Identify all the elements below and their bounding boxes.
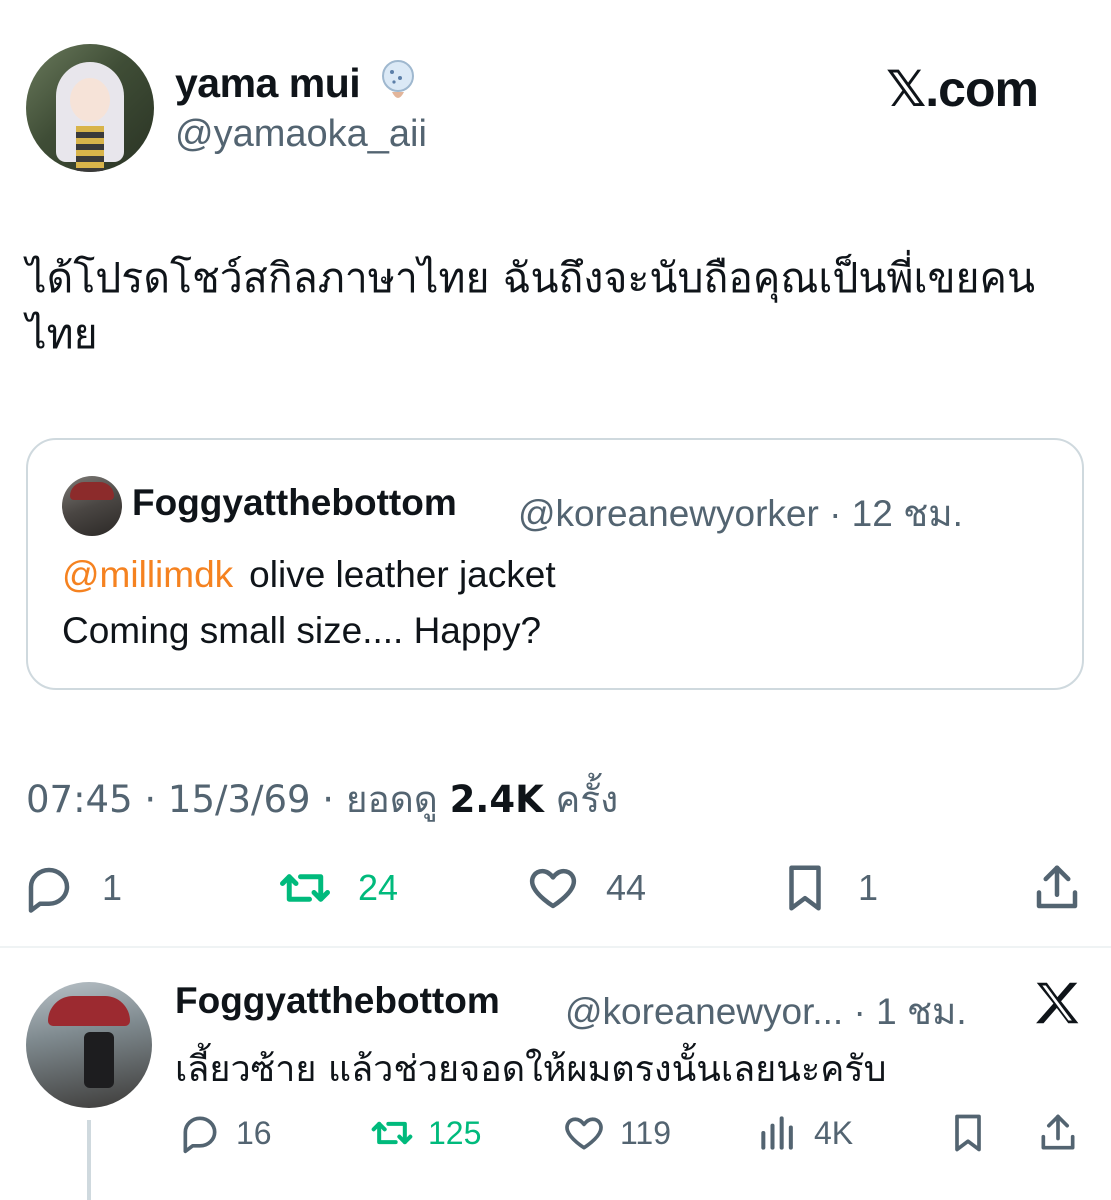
avatar-face [70, 78, 110, 122]
reply-like-count: 119 [620, 1114, 672, 1151]
x-com-logo: 𝕏.com [886, 61, 1039, 117]
tweet-meta: 07:45 · 15/3/69 · ยอดดู 2.4K ครั้ง [26, 770, 618, 829]
timestamp[interactable]: 07:45 · 15/3/69 · ยอดดู [26, 778, 450, 821]
reply-icon [28, 867, 70, 913]
quoted-text-line-1: @millimdk olive leather jacket [62, 554, 556, 596]
avatar-cap [70, 482, 114, 500]
quoted-author-handle: @koreanewyorker · 12 ชม. [518, 493, 963, 534]
share-icon [1036, 865, 1078, 909]
analytics-icon [761, 1116, 793, 1150]
quoted-author-avatar [62, 476, 122, 536]
view-count: 2.4K [449, 778, 544, 821]
bookmark-button[interactable]: 1 [778, 860, 878, 916]
tweet-text: ได้โปรดโชว์สกิลภาษาไทย ฉันถึงจะนับถือคุณ… [26, 254, 1036, 358]
crystal-ball-emoji-icon [382, 60, 414, 98]
reply-button[interactable]: 1 [22, 860, 122, 916]
bookmark-count: 1 [858, 867, 879, 908]
reply-view-count: 4K [814, 1114, 854, 1151]
avatar-clothing [76, 126, 104, 172]
reply-count: 1 [102, 867, 123, 908]
author-avatar[interactable] [26, 44, 154, 172]
reply-bookmark-button[interactable] [946, 1108, 1004, 1158]
mention-link[interactable]: @millimdk [62, 554, 233, 595]
share-icon [1041, 1114, 1075, 1150]
reply-reply-count: 16 [236, 1114, 272, 1151]
bookmark-icon [955, 1114, 981, 1152]
author-name[interactable]: yama mui [175, 60, 361, 107]
reply-repost-button[interactable]: 125 [370, 1108, 481, 1158]
reply-icon [183, 1116, 217, 1154]
author-handle[interactable]: @yamaoka_aii [175, 113, 427, 156]
heart-icon [565, 1117, 603, 1150]
avatar-phone [84, 1032, 114, 1088]
share-button[interactable] [1030, 860, 1110, 916]
reply-author-name[interactable]: Foggyatthebottom [175, 980, 500, 1022]
like-count: 44 [606, 867, 647, 908]
x-logo-icon [1036, 982, 1079, 1024]
action-bar: 1 24 44 1 [0, 860, 1111, 920]
reply-author-avatar[interactable] [26, 982, 152, 1108]
repost-button[interactable]: 24 [278, 860, 398, 916]
heart-icon [529, 868, 577, 909]
repost-icon [280, 874, 330, 902]
quoted-text-1: olive leather jacket [249, 554, 556, 595]
repost-count: 24 [358, 867, 399, 908]
reply-repost-count: 125 [428, 1114, 482, 1151]
quoted-text-line-2: Coming small size.... Happy? [62, 610, 542, 651]
bookmark-icon [789, 865, 821, 911]
reply-action-bar: 16 125 119 4K [0, 1108, 1111, 1164]
avatar-cap [48, 996, 130, 1026]
like-button[interactable]: 44 [526, 860, 646, 916]
reply-text: เลี้ยวซ้าย แล้วช่วยจอดให้ผมตรงนั้นเลยนะค… [175, 1049, 887, 1090]
reply-views-button[interactable]: 4K [756, 1108, 853, 1158]
divider [0, 946, 1111, 948]
quoted-author-name: Foggyatthebottom [132, 482, 457, 523]
reply-reply-button[interactable]: 16 [178, 1108, 272, 1158]
view-suffix: ครั้ง [543, 778, 619, 821]
reply-like-button[interactable]: 119 [562, 1108, 671, 1158]
reply-share-button[interactable] [1036, 1108, 1094, 1158]
repost-icon [371, 1121, 413, 1145]
reply-author-handle[interactable]: @koreanewyor... · 1 ชม. [565, 982, 967, 1041]
